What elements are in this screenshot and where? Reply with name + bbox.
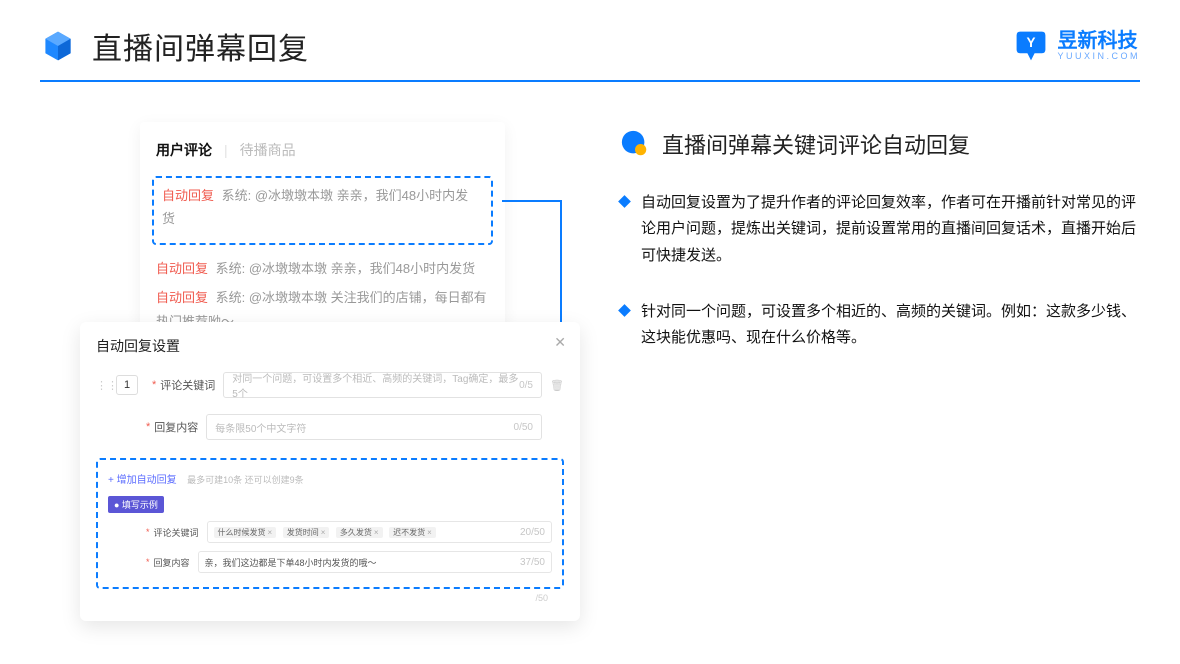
page-header: 直播间弹幕回复 Y 昱新科技 YUUXIN.COM — [0, 0, 1180, 80]
drag-handle-icon[interactable]: ⋮⋮ — [96, 379, 110, 392]
example-tags: 什么时候发货× 发货时间× 多久发货× 迟不发货× — [214, 527, 440, 538]
comment-row: 自动回复 系统: @冰墩墩本墩 亲亲，我们48小时内发货 — [162, 184, 483, 231]
example-content-value: 亲，我们这边都是下单48小时内发货的哦～ — [205, 556, 377, 569]
bubble-icon — [620, 129, 650, 159]
add-note: 最多可建10条 还可以创建9条 — [187, 475, 304, 485]
bullet-item: 自动回复设置为了提升作者的评论回复效率，作者可在开播前针对常见的评论用户问题，提… — [620, 190, 1140, 269]
bullet-text: 针对同一个问题，可设置多个相近的、高频的关键词。例如：这款多少钱、这块能优惠吗、… — [641, 299, 1140, 352]
keyword-input[interactable]: 对同一个问题，可设置多个相近、高频的关键词，Tag确定，最多5个 0/5 — [223, 372, 542, 398]
page-title: 直播间弹幕回复 — [92, 24, 309, 68]
section-title: 直播间弹幕关键词评论自动回复 — [662, 128, 970, 160]
bullet-item: 针对同一个问题，可设置多个相近的、高频的关键词。例如：这款多少钱、这块能优惠吗、… — [620, 299, 1140, 352]
tab-pending-products[interactable]: 待播商品 — [240, 140, 296, 160]
auto-reply-badge: 自动回复 — [156, 290, 208, 305]
keyword-label: 评论关键词 — [160, 377, 215, 393]
tag[interactable]: 多久发货× — [336, 527, 383, 538]
diamond-icon — [618, 195, 631, 208]
index-box: 1 — [116, 375, 138, 395]
diamond-icon — [618, 304, 631, 317]
example-keyword-label: 评论关键词 — [154, 526, 199, 539]
example-box: + 增加自动回复 最多可建10条 还可以创建9条 ● 填写示例 * 评论关键词 … — [96, 458, 564, 589]
required-dot: * — [146, 557, 150, 567]
cube-icon — [40, 28, 76, 64]
tag[interactable]: 什么时候发货× — [214, 527, 277, 538]
highlighted-comment-box: 自动回复 系统: @冰墩墩本墩 亲亲，我们48小时内发货 — [152, 176, 493, 245]
content-label: 回复内容 — [154, 419, 198, 435]
add-auto-reply-link[interactable]: + 增加自动回复 — [108, 475, 177, 486]
keyword-count: 0/5 — [519, 380, 533, 391]
bullet-text: 自动回复设置为了提升作者的评论回复效率，作者可在开播前针对常见的评论用户问题，提… — [641, 190, 1140, 269]
required-dot: * — [146, 421, 150, 433]
comment-text: 系统: @冰墩墩本墩 亲亲，我们48小时内发货 — [216, 261, 476, 276]
comment-row: 自动回复 系统: @冰墩墩本墩 亲亲，我们48小时内发货 — [156, 257, 489, 280]
tag[interactable]: 发货时间× — [283, 527, 330, 538]
description-column: 直播间弹幕关键词评论自动回复 自动回复设置为了提升作者的评论回复效率，作者可在开… — [560, 122, 1140, 383]
auto-reply-badge: 自动回复 — [162, 188, 214, 203]
keyword-placeholder: 对同一个问题，可设置多个相近、高频的关键词，Tag确定，最多5个 — [232, 370, 519, 400]
brand-logo: Y 昱新科技 YUUXIN.COM — [1013, 28, 1140, 64]
outside-count: /50 — [96, 593, 564, 603]
brand-name: 昱新科技 — [1057, 31, 1140, 51]
close-icon[interactable]: ✕ — [554, 334, 566, 351]
trash-icon[interactable]: 🗑 — [550, 379, 564, 392]
tab-divider: | — [224, 142, 228, 158]
tab-user-comments[interactable]: 用户评论 — [156, 140, 212, 160]
example-badge: ● 填写示例 — [108, 496, 164, 513]
auto-reply-settings-modal: 自动回复设置 ✕ ⋮⋮ 1 * 评论关键词 对同一个问题，可设置多个相近、高频的… — [80, 322, 580, 621]
auto-reply-badge: 自动回复 — [156, 261, 208, 276]
example-keyword-count: 20/50 — [520, 527, 545, 538]
required-dot: * — [146, 527, 150, 537]
example-keyword-input[interactable]: 什么时候发货× 发货时间× 多久发货× 迟不发货× 20/50 — [207, 521, 552, 543]
required-dot: * — [152, 379, 156, 391]
example-content-label: 回复内容 — [154, 556, 190, 569]
content-input[interactable]: 每条限50个中文字符 0/50 — [206, 414, 542, 440]
connector-line — [502, 200, 560, 202]
content-count: 0/50 — [514, 422, 533, 433]
svg-text:Y: Y — [1027, 35, 1036, 50]
example-content-input[interactable]: 亲，我们这边都是下单48小时内发货的哦～ 37/50 — [198, 551, 552, 573]
content-placeholder: 每条限50个中文字符 — [215, 420, 306, 435]
screenshot-left-column: 用户评论 | 待播商品 自动回复 系统: @冰墩墩本墩 亲亲，我们48小时内发货… — [40, 122, 560, 383]
example-content-count: 37/50 — [520, 557, 545, 568]
modal-title: 自动回复设置 — [96, 336, 564, 356]
brand-subtitle: YUUXIN.COM — [1057, 51, 1140, 61]
tag[interactable]: 迟不发货× — [389, 527, 436, 538]
brand-icon: Y — [1013, 28, 1049, 64]
